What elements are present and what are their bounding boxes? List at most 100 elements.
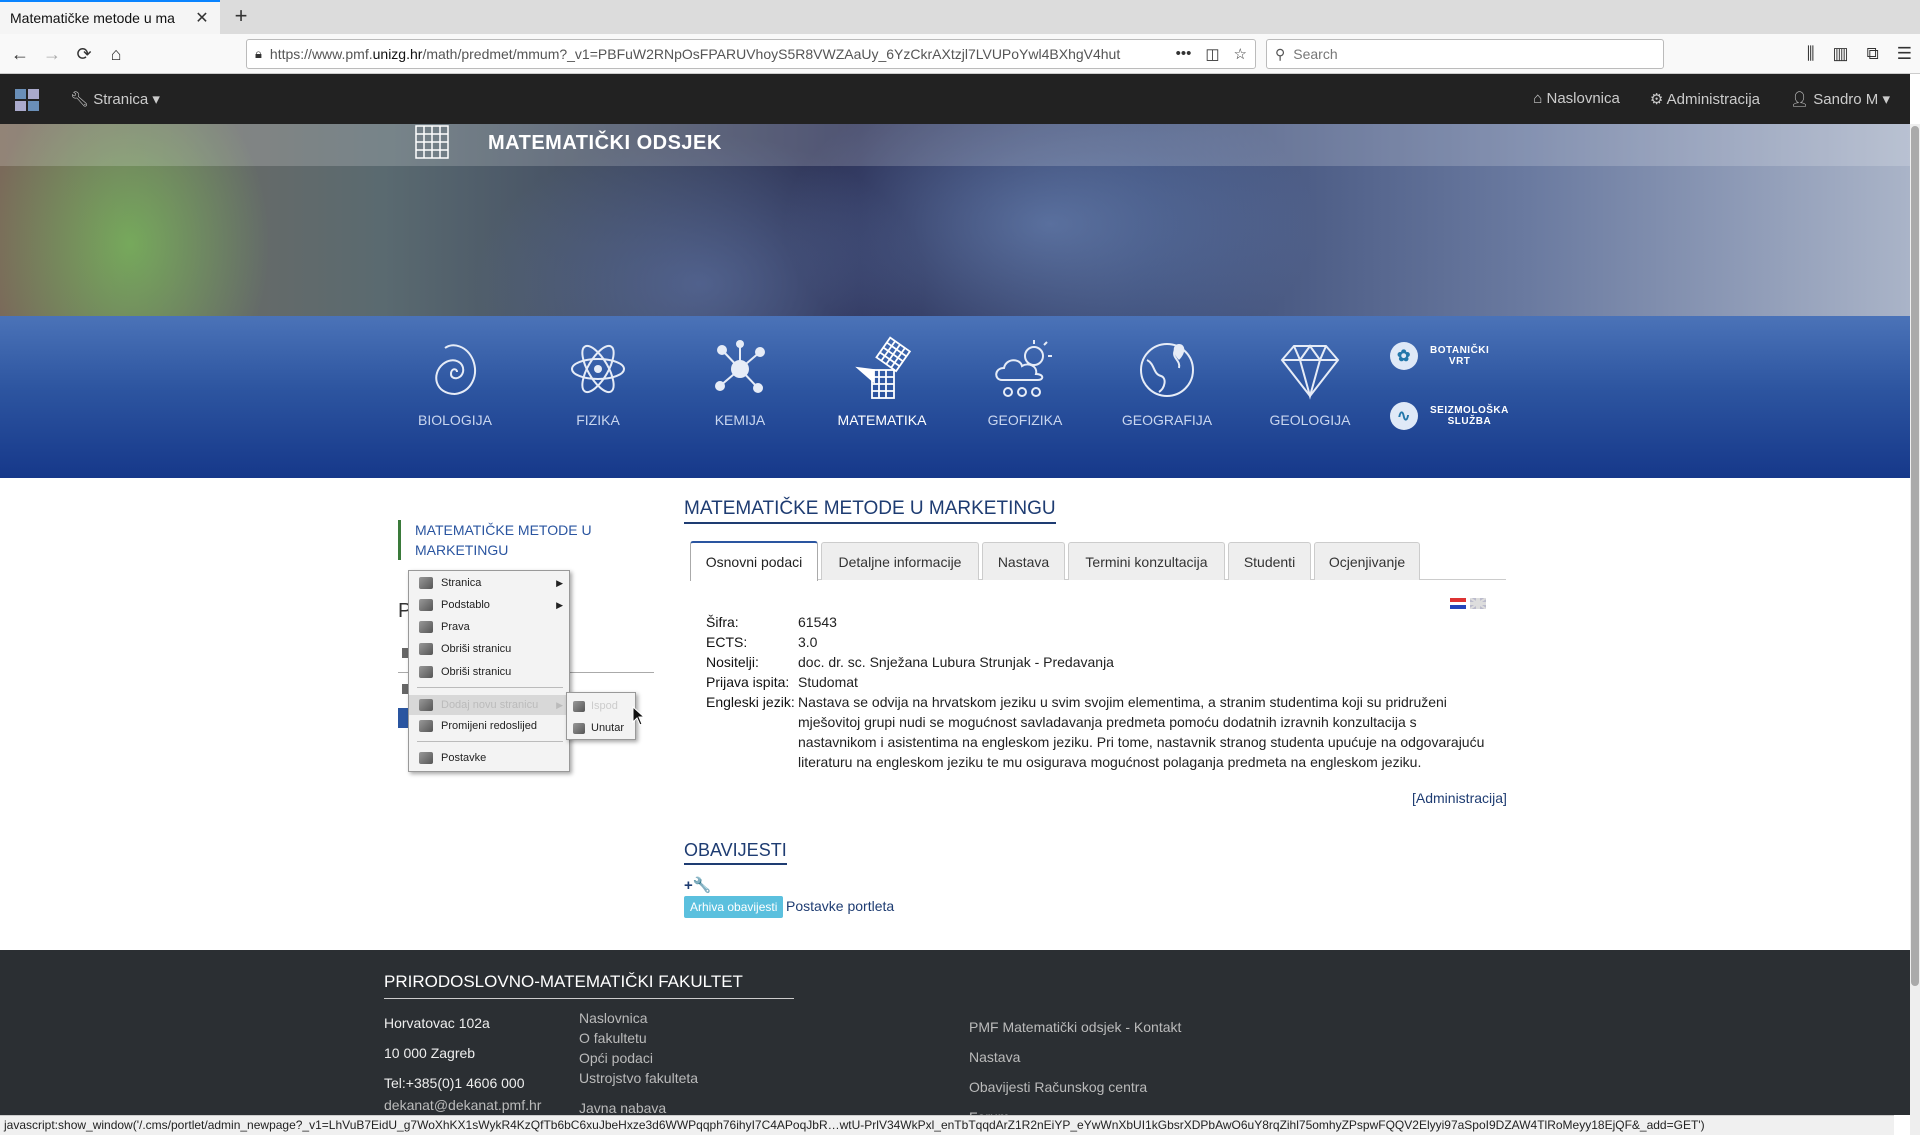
library-icon[interactable]: ⫼ (1807, 40, 1815, 68)
page-icon (419, 577, 433, 589)
browser-navbar: ← → ⟳ ⌂ 🔒︎ https://www.pmf.unizg.hr/math… (0, 34, 1920, 74)
ctx-stranica[interactable]: Stranica ▶ (409, 573, 569, 593)
footer-link[interactable]: Opći podaci (579, 1048, 698, 1068)
back-button[interactable]: ← (6, 40, 34, 68)
status-bar: javascript:show_window('/.cms/portlet/ad… (0, 1115, 1894, 1135)
forward-button[interactable]: → (38, 40, 66, 68)
browser-tabbar: Matematičke metode u ma ✕ + (0, 0, 1920, 34)
administracija-link[interactable]: [Administracija] (1412, 790, 1507, 806)
ctx-obrisi-stranicu-2[interactable]: Obriši stranicu (409, 662, 569, 682)
tab-studenti[interactable]: Studenti (1228, 542, 1311, 580)
seizmoloska-sluzba-link[interactable]: ∿ SEIZMOLOŠKA SLUŽBA (1390, 402, 1530, 430)
ctx-podstablo[interactable]: Podstablo ▶ (409, 595, 569, 615)
site-admin-bar: 🔧︎ Stranica ▾ ⌂ Naslovnica ⚙ Administrac… (0, 74, 1910, 124)
atom-icon (571, 344, 625, 394)
english-flag-icon[interactable] (1470, 598, 1486, 609)
faculty-geografija[interactable]: GEOGRAFIJA (1107, 336, 1227, 428)
pulse-icon: ∿ (1390, 402, 1418, 430)
new-tab-button[interactable]: + (228, 4, 254, 30)
home-icon[interactable]: ⌂ (102, 40, 130, 68)
faculty-matematika[interactable]: MATEMATIKA (822, 336, 942, 428)
hero-strip (0, 124, 1910, 166)
faculty-biologija[interactable]: BIOLOGIJA (395, 336, 515, 428)
reload-button[interactable]: ⟳ (70, 40, 98, 68)
extension-icon[interactable]: ⧉ (1867, 40, 1879, 68)
footer-link[interactable]: PMF Matematički odsjek - Kontakt (969, 1012, 1181, 1042)
footer-link[interactable]: Naslovnica (579, 1008, 698, 1028)
grid-logo-icon (415, 125, 449, 159)
tab-detaljne-informacije[interactable]: Detaljne informacije (821, 542, 979, 580)
context-menu: Stranica ▶ Podstablo ▶ Prava Obriši strani… (408, 570, 570, 772)
naslovnica-link[interactable]: ⌂ Naslovnica (1533, 90, 1620, 108)
footer-link[interactable]: Ustrojstvo fakulteta (579, 1068, 698, 1088)
close-icon[interactable]: ✕ (194, 8, 210, 28)
molecule-icon (715, 340, 765, 393)
faculty-kemija[interactable]: KEMIJA (680, 336, 800, 428)
key-icon (419, 621, 433, 633)
footer-links-2: PMF Matematički odsjek - Kontakt Nastava… (969, 1012, 1181, 1132)
footer-title: PRIRODOSLOVNO-MATEMATIČKI FAKULTET (384, 972, 794, 999)
add-settings-icon[interactable]: +🔧 (684, 876, 711, 894)
postavke-portleta-link[interactable]: Postavke portleta (786, 898, 894, 914)
url-text: https://www.pmf.unizg.hr/math/predmet/mm… (269, 46, 1121, 62)
info-engleski-jezik: Engleski jezik: Nastava se odvija na hrva… (706, 694, 1485, 770)
more-icon[interactable]: ••• (1176, 45, 1192, 63)
botanicki-vrt-link[interactable]: ✿ BOTANIČKI VRT (1390, 342, 1530, 370)
tab-nastava[interactable]: Nastava (982, 542, 1065, 580)
footer-address: Horvatovac 102a 10 000 Zagreb Tel:+385(0… (384, 1015, 542, 1113)
faculty-fizika[interactable]: FIZIKA (538, 336, 658, 428)
diamond-icon (1280, 344, 1340, 400)
page-scrollbar[interactable] (1910, 124, 1920, 1135)
faculty-geofizika[interactable]: GEOFIZIKA (965, 336, 1085, 428)
scrollbar-thumb[interactable] (1911, 126, 1919, 986)
browser-tab[interactable]: Matematičke metode u ma ✕ (0, 0, 220, 34)
cms-logo-icon[interactable] (14, 88, 40, 112)
user-menu[interactable]: 👤︎ Sandro M ▾ (1790, 90, 1890, 108)
submenu-arrow-icon: ▶ (556, 599, 563, 610)
tab-ocjenjivanje[interactable]: Ocjenjivanje (1314, 542, 1420, 580)
page-title: MATEMATIČKE METODE U MARKETINGU (684, 498, 1056, 524)
cloud-icon (995, 340, 1052, 397)
administracija-link[interactable]: ⚙ Administracija (1650, 90, 1760, 108)
settings-icon (419, 752, 433, 764)
bookmark-star-icon[interactable]: ☆ (1234, 45, 1247, 63)
scissors-icon (419, 666, 433, 678)
footer-link[interactable]: Nastava (969, 1042, 1181, 1072)
sidebar-icon[interactable]: ▥ (1833, 40, 1849, 68)
sidebar-button[interactable] (398, 708, 408, 728)
footer-link[interactable]: O fakultetu (579, 1028, 698, 1048)
footer: PRIRODOSLOVNO-MATEMATIČKI FAKULTET Horva… (0, 950, 1910, 1125)
info-ects: ECTS: 3.0 (706, 634, 818, 650)
menu-icon[interactable]: ☰ (1897, 40, 1912, 68)
lock-icon: 🔒︎ (255, 46, 262, 61)
ctx-prava[interactable]: Prava (409, 617, 569, 637)
faculty-nav: BIOLOGIJA FIZIKA KEMIJA MATEMATIKA GEOFI… (0, 316, 1910, 478)
submenu-ispod[interactable]: Ispod (567, 695, 635, 717)
submenu-arrow-icon: ▶ (556, 577, 563, 588)
footer-email-link[interactable]: dekanat@dekanat.pmf.hr (384, 1098, 541, 1112)
stranica-menu[interactable]: 🔧︎ Stranica ▾ (70, 90, 160, 108)
croatian-flag-icon[interactable] (1450, 598, 1466, 609)
footer-link[interactable]: Obavijesti Računskog centra (969, 1072, 1181, 1102)
faculty-geologija[interactable]: GEOLOGIJA (1250, 336, 1370, 428)
department-title[interactable]: MATEMATIČKI ODSJEK (488, 132, 722, 155)
tab-title: Matematičke metode u ma (10, 10, 175, 26)
arhiva-obavijesti-button[interactable]: Arhiva obavijesti (684, 896, 784, 918)
course-tabs: Osnovni podaci Detaljne informacije Nast… (690, 541, 1506, 581)
pocket-icon[interactable]: ◫ (1205, 45, 1219, 63)
search-input[interactable]: ⚲ Search (1266, 39, 1664, 69)
ctx-postavke[interactable]: Postavke (409, 748, 569, 768)
tab-termini-konzultacija[interactable]: Termini konzultacija (1068, 542, 1225, 580)
ctx-dodaj-novu-stranicu[interactable]: Dodaj novu stranicu ▶ (409, 695, 569, 715)
url-bar[interactable]: 🔒︎ https://www.pmf.unizg.hr/math/predmet… (246, 39, 1256, 69)
page-icon (573, 700, 585, 712)
tab-osnovni-podaci[interactable]: Osnovni podaci (690, 541, 818, 581)
submenu-unutar[interactable]: Unutar (567, 717, 635, 739)
search-icon: ⚲ (1275, 45, 1286, 62)
hero-banner: MATEMATIČKI ODSJEK (0, 124, 1910, 316)
shell-icon (435, 344, 476, 395)
ctx-obrisi-stranicu[interactable]: Obriši stranicu (409, 639, 569, 659)
grid-icon (855, 336, 912, 399)
sidebar-course-link[interactable]: MATEMATIČKE METODE U MARKETINGU (398, 520, 638, 560)
ctx-promijeni-redoslijed[interactable]: Promijeni redoslijed (409, 716, 569, 736)
